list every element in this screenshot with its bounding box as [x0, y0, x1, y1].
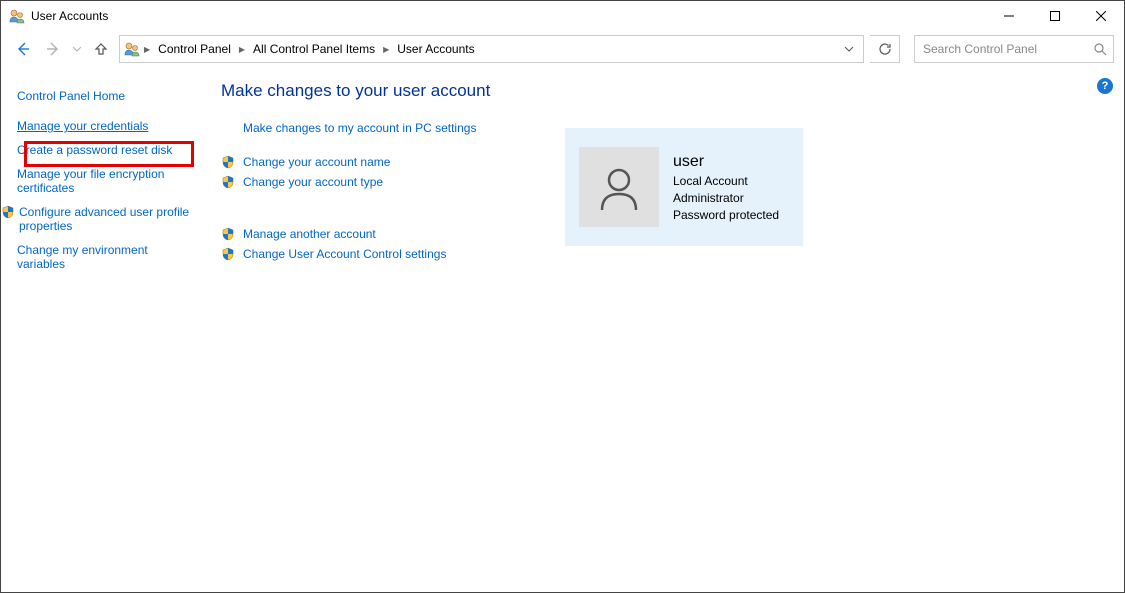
breadcrumb-user-accounts[interactable]: User Accounts — [393, 40, 478, 58]
link-label: Make changes to my account in PC setting… — [243, 121, 476, 135]
sidebar-create-password-reset-disk[interactable]: Create a password reset disk — [17, 143, 201, 157]
breadcrumb-separator-icon: ▶ — [383, 45, 389, 54]
toolbar: ▶ Control Panel ▶ All Control Panel Item… — [1, 31, 1124, 67]
back-button[interactable] — [11, 37, 35, 61]
up-button[interactable] — [89, 37, 113, 61]
user-account-type: Local Account — [673, 173, 779, 190]
shield-icon — [1, 205, 15, 219]
user-name: user — [673, 151, 779, 173]
recent-locations-dropdown[interactable] — [71, 37, 83, 61]
breadcrumb-separator-icon: ▶ — [144, 45, 150, 54]
address-bar[interactable]: ▶ Control Panel ▶ All Control Panel Item… — [119, 35, 864, 63]
breadcrumb-all-items[interactable]: All Control Panel Items — [249, 40, 379, 58]
address-history-dropdown[interactable] — [839, 36, 859, 62]
sidebar-configure-advanced-profile[interactable]: Configure advanced user profile properti… — [17, 205, 201, 233]
sidebar-item-label: Manage your credentials — [17, 119, 148, 133]
shield-icon — [221, 247, 235, 261]
sidebar: Control Panel Home Manage your credentia… — [1, 81, 201, 281]
sidebar-change-env-variables[interactable]: Change my environment variables — [17, 243, 201, 271]
control-panel-home-link[interactable]: Control Panel Home — [17, 89, 125, 103]
breadcrumb-control-panel[interactable]: Control Panel — [154, 40, 235, 58]
link-label: Change your account type — [243, 175, 383, 189]
user-avatar — [579, 147, 659, 227]
user-info-panel: user Local Account Administrator Passwor… — [565, 128, 803, 246]
sidebar-item-label: Configure advanced user profile properti… — [19, 205, 191, 233]
search-icon — [1093, 42, 1107, 56]
user-protection: Password protected — [673, 207, 779, 224]
search-input[interactable] — [921, 41, 1093, 57]
sidebar-item-label: Change my environment variables — [17, 243, 191, 271]
page-heading: Make changes to your user account — [221, 81, 1104, 101]
sidebar-manage-credentials[interactable]: Manage your credentials — [17, 119, 201, 133]
link-change-uac-settings[interactable]: Change User Account Control settings — [221, 247, 1104, 261]
sidebar-item-label: Create a password reset disk — [17, 143, 172, 157]
minimize-button[interactable] — [986, 1, 1032, 31]
search-box[interactable] — [914, 35, 1114, 63]
maximize-button[interactable] — [1032, 1, 1078, 31]
shield-icon — [221, 227, 235, 241]
link-label: Change User Account Control settings — [243, 247, 446, 261]
link-label: Manage another account — [243, 227, 376, 241]
address-bar-icon — [124, 41, 140, 57]
sidebar-item-label: Manage your file encryption certificates — [17, 167, 191, 195]
user-accounts-icon — [9, 8, 25, 24]
forward-button[interactable] — [41, 37, 65, 61]
help-icon[interactable]: ? — [1097, 78, 1113, 94]
title-bar: User Accounts — [1, 1, 1124, 31]
sidebar-manage-file-encryption[interactable]: Manage your file encryption certificates — [17, 167, 201, 195]
user-info-text: user Local Account Administrator Passwor… — [673, 151, 779, 224]
refresh-button[interactable] — [870, 35, 900, 63]
window-title: User Accounts — [31, 9, 108, 23]
shield-icon — [221, 175, 235, 189]
breadcrumb-separator-icon: ▶ — [239, 45, 245, 54]
shield-icon — [221, 155, 235, 169]
user-role: Administrator — [673, 190, 779, 207]
close-button[interactable] — [1078, 1, 1124, 31]
link-label: Change your account name — [243, 155, 390, 169]
